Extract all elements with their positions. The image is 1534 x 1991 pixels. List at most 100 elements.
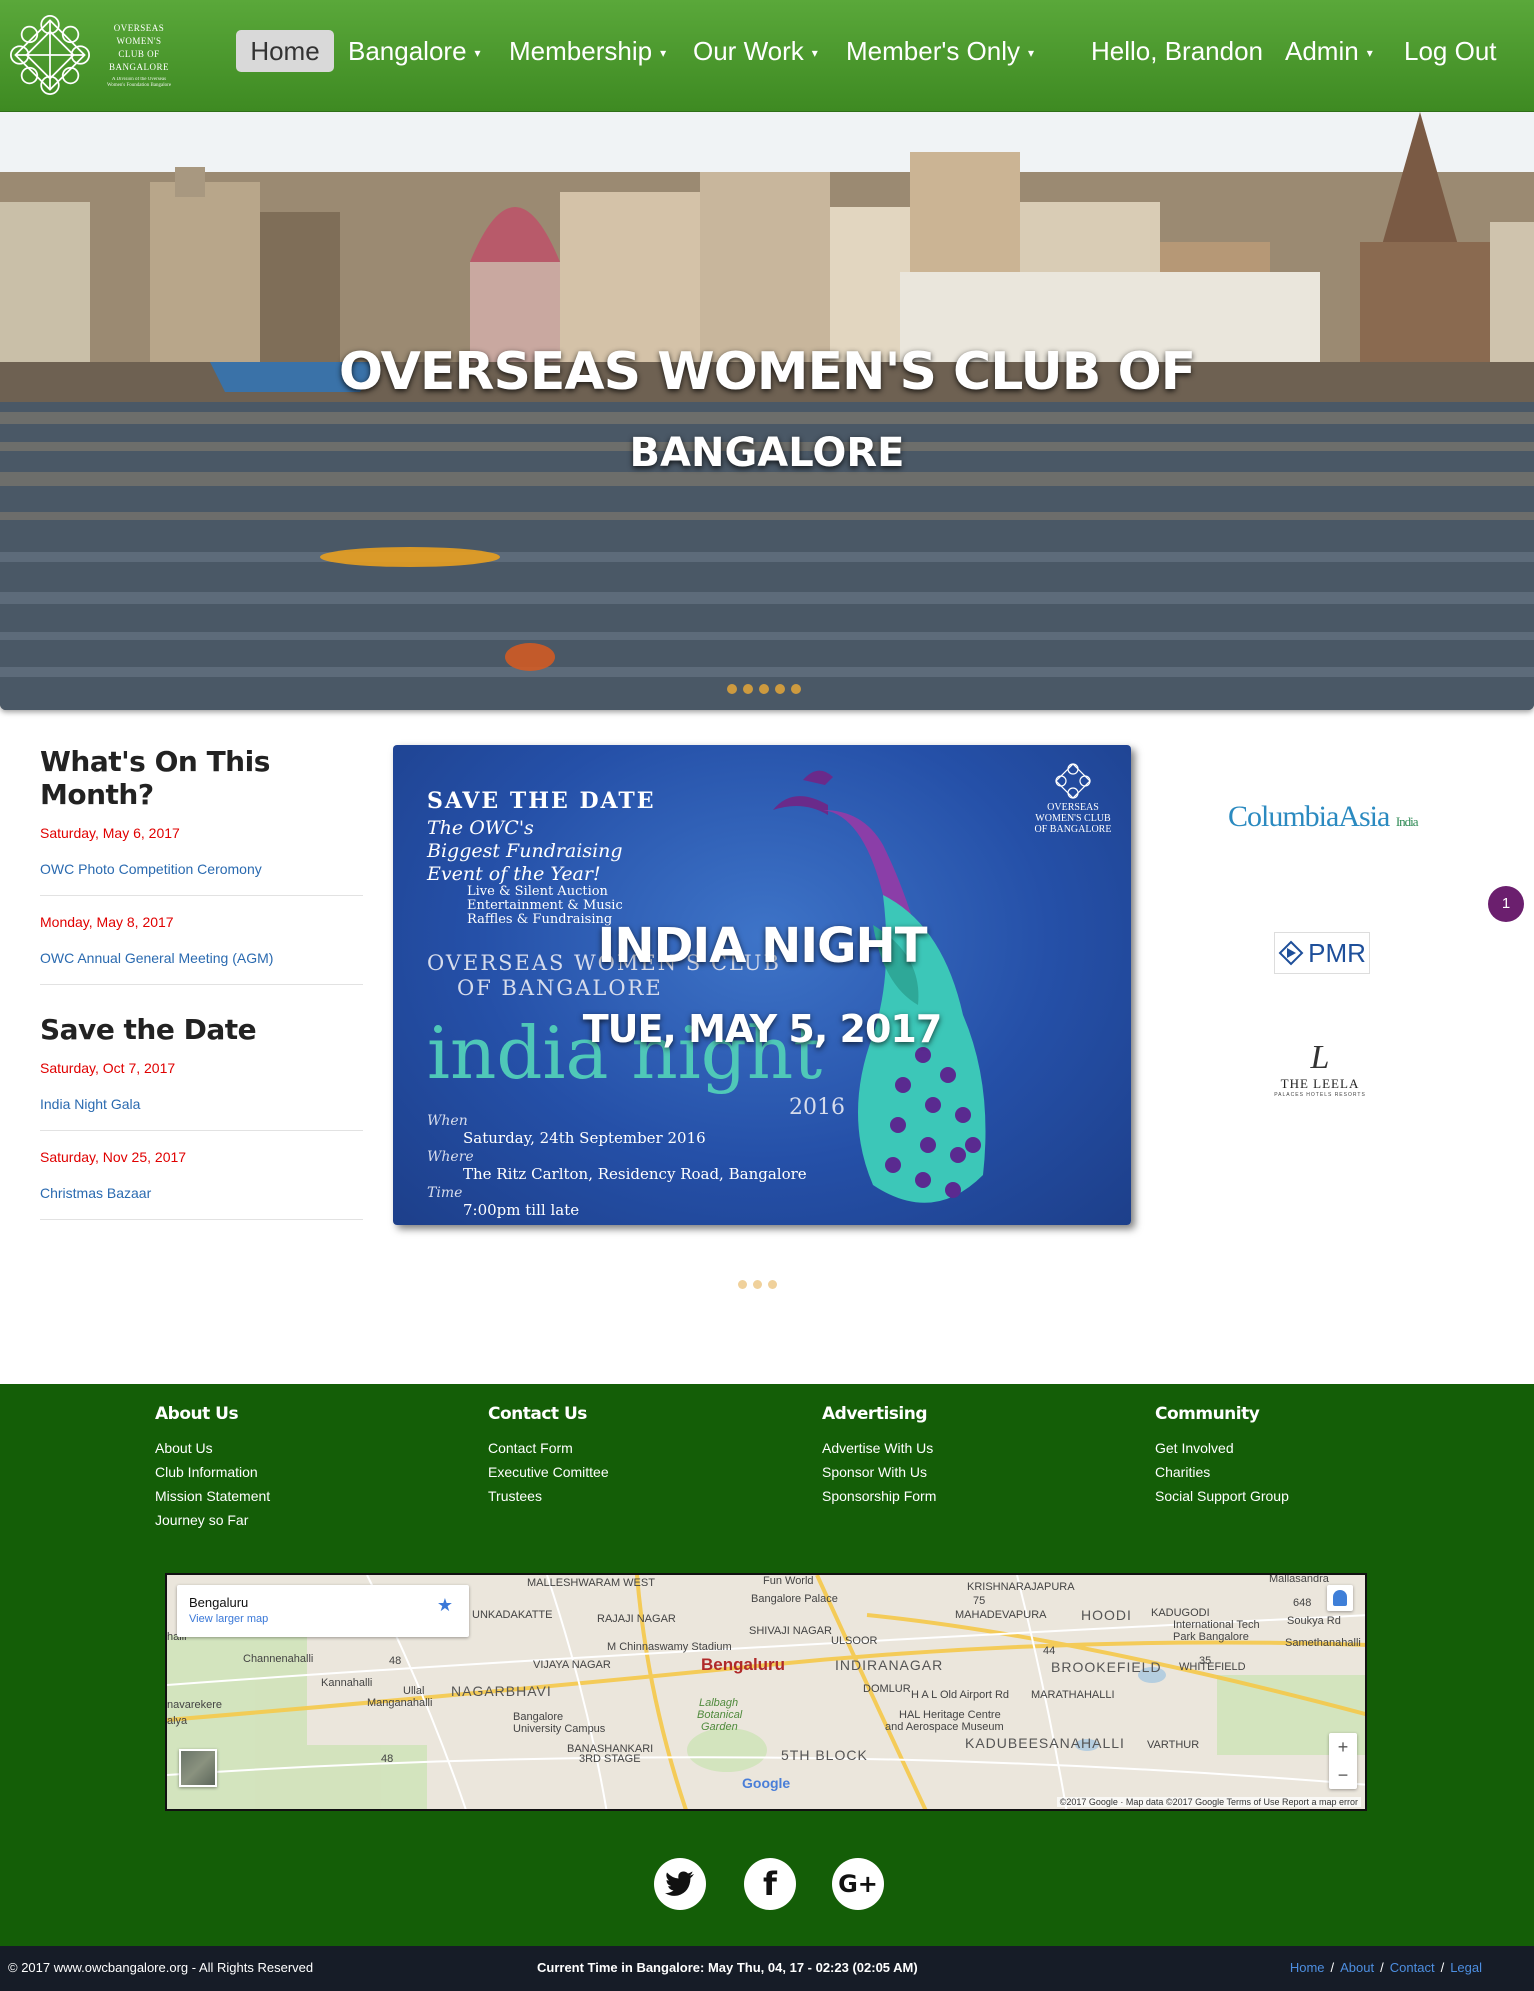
promo-time-value: 7:00pm till late [463, 1201, 580, 1219]
footer-link[interactable]: Charities [1155, 1460, 1289, 1484]
map-attribution[interactable]: ©2017 Google · Map data ©2017 Google Ter… [1056, 1797, 1361, 1807]
carousel-dot[interactable] [768, 1280, 777, 1289]
logo-tagline: A Division of the Overseas Women's Found… [106, 76, 172, 88]
google-map[interactable]: MALLESHWARAM WEST Fun World Bangalore Pa… [165, 1573, 1367, 1811]
zoom-in-button[interactable]: + [1329, 1733, 1357, 1761]
map-label: SHIVAJI NAGAR [749, 1625, 832, 1637]
footer-link[interactable]: Sponsor With Us [822, 1460, 936, 1484]
logout-link[interactable]: Log Out [1404, 30, 1497, 72]
google-plus-icon: G+ [838, 1870, 878, 1898]
facebook-icon: f [763, 1865, 777, 1903]
footer-link[interactable]: Advertise With Us [822, 1436, 936, 1460]
user-greeting[interactable]: Hello, Brandon [1091, 30, 1263, 72]
sponsor-columbia-asia[interactable]: ColumbiaAsia India [1228, 800, 1419, 834]
pmr-logo-icon [1278, 940, 1304, 966]
zoom-out-button[interactable]: − [1329, 1761, 1357, 1789]
footer-link[interactable]: Trustees [488, 1484, 609, 1508]
nav-membership[interactable]: Membership ▾ [509, 30, 666, 72]
footer-column-advertising: Advertising Advertise With Us Sponsor Wi… [822, 1404, 936, 1508]
footer-link[interactable]: Executive Comittee [488, 1460, 609, 1484]
promo-carousel[interactable]: OVERSEAS WOMEN'S CLUB OF BANGALORE SAVE … [393, 745, 1131, 1225]
view-larger-map-link[interactable]: View larger map [189, 1613, 268, 1625]
map-label: 3RD STAGE [579, 1753, 641, 1765]
map-city-label: Bengaluru [701, 1655, 786, 1674]
footer-link[interactable]: Get Involved [1155, 1436, 1289, 1460]
carousel-dot[interactable] [727, 684, 737, 694]
save-the-date-heading: Save the Date [40, 1013, 257, 1046]
footer-column-contact: Contact Us Contact Form Executive Comitt… [488, 1404, 609, 1508]
map-label: KRISHNARAJAPURA [967, 1581, 1075, 1593]
map-label: ULSOOR [831, 1635, 878, 1647]
footer-link[interactable]: Club Information [155, 1460, 270, 1484]
map-label: M Chinnaswamy Stadium [607, 1641, 732, 1653]
carousel-dot[interactable] [753, 1280, 762, 1289]
footer-link[interactable]: About Us [155, 1436, 270, 1460]
map-label: Park Bangalore [1173, 1631, 1249, 1643]
hero-pagination [727, 684, 801, 694]
nav-home[interactable]: Home [236, 30, 334, 72]
knot-logo-icon [10, 15, 90, 95]
carousel-dot[interactable] [791, 684, 801, 694]
promo-club-line: OF BANGALORE [457, 976, 663, 1000]
bottom-links: Home / About / Contact / Legal [1290, 1960, 1482, 1975]
map-info-card: Bengaluru View larger map ★ [177, 1585, 469, 1637]
carousel-dot[interactable] [738, 1280, 747, 1289]
bottom-link-home[interactable]: Home [1290, 1960, 1325, 1975]
leela-logo-icon: L [1310, 1039, 1330, 1076]
promo-tagline-line: Biggest Fundraising [427, 840, 623, 862]
promo-where-value: The Ritz Carlton, Residency Road, Bangal… [463, 1165, 807, 1183]
event-date: Saturday, Oct 7, 2017 [40, 1060, 176, 1076]
map-label: University Campus [513, 1723, 606, 1735]
nav-members-only[interactable]: Member's Only ▾ [846, 30, 1034, 72]
promo-save-the-date: SAVE THE DATE [427, 788, 656, 814]
bottom-link-about[interactable]: About [1340, 1960, 1374, 1975]
map-label: HOODI [1081, 1607, 1132, 1623]
satellite-toggle[interactable] [179, 1749, 217, 1787]
map-label: Mallasandra [1269, 1573, 1329, 1585]
event-link[interactable]: Christmas Bazaar [40, 1185, 363, 1201]
sponsor-the-leela[interactable]: L THE LEELA PALACES HOTELS RESORTS [1272, 1039, 1368, 1099]
star-icon[interactable]: ★ [437, 1595, 453, 1616]
map-label: KADUGODI [1151, 1607, 1210, 1619]
carousel-dot[interactable] [775, 684, 785, 694]
map-place-name: Bengaluru [189, 1595, 249, 1610]
bottom-link-contact[interactable]: Contact [1390, 1960, 1435, 1975]
event-link[interactable]: OWC Annual General Meeting (AGM) [40, 950, 363, 966]
carousel-dot[interactable] [743, 684, 753, 694]
footer-link[interactable]: Contact Form [488, 1436, 609, 1460]
footer-link[interactable]: Social Support Group [1155, 1484, 1289, 1508]
event-link[interactable]: India Night Gala [40, 1096, 363, 1112]
twitter-button[interactable] [654, 1858, 706, 1910]
separator: / [1440, 1960, 1445, 1975]
map-label: Bangalore [513, 1711, 564, 1723]
map-label: VIJAYA NAGAR [533, 1659, 611, 1671]
map-label: Fun World [763, 1575, 814, 1587]
footer-column-about: About Us About Us Club Information Missi… [155, 1404, 270, 1532]
sponsor-pmr[interactable]: PMR [1274, 932, 1370, 974]
facebook-button[interactable]: f [744, 1858, 796, 1910]
footer-link[interactable]: Sponsorship Form [822, 1484, 936, 1508]
logo-title: OVERSEAS WOMEN'S CLUB OF BANGALORE [109, 22, 169, 72]
event-date: Saturday, May 6, 2017 [40, 825, 180, 841]
bottom-link-legal[interactable]: Legal [1450, 1960, 1482, 1975]
navbar: OVERSEAS WOMEN'S CLUB OF BANGALORE A Div… [0, 0, 1534, 112]
footer-heading: About Us [155, 1404, 239, 1424]
map-label: navarekere [167, 1699, 223, 1711]
carousel-dot[interactable] [759, 684, 769, 694]
hero-carousel[interactable]: OVERSEAS WOMEN'S CLUB OF BANGALORE [0, 112, 1534, 710]
site-logo[interactable]: OVERSEAS WOMEN'S CLUB OF BANGALORE A Div… [0, 0, 180, 110]
promo-year: 2016 [789, 1095, 845, 1120]
nav-admin[interactable]: Admin ▾ [1285, 30, 1373, 72]
google-logo: Google [742, 1775, 791, 1791]
pegman-icon[interactable] [1327, 1585, 1353, 1611]
event-link[interactable]: OWC Photo Competition Ceromony [40, 861, 363, 877]
hero-subtitle: BANGALORE [629, 430, 905, 476]
hero-photo [0, 112, 1534, 710]
notification-badge[interactable]: 1 [1488, 886, 1524, 922]
footer-link[interactable]: Journey so Far [155, 1508, 270, 1532]
footer-link[interactable]: Mission Statement [155, 1484, 270, 1508]
nav-our-work[interactable]: Our Work ▾ [693, 30, 818, 72]
promo-tagline-line: Event of the Year! [427, 863, 601, 885]
google-plus-button[interactable]: G+ [832, 1858, 884, 1910]
nav-bangalore[interactable]: Bangalore ▾ [348, 30, 481, 72]
